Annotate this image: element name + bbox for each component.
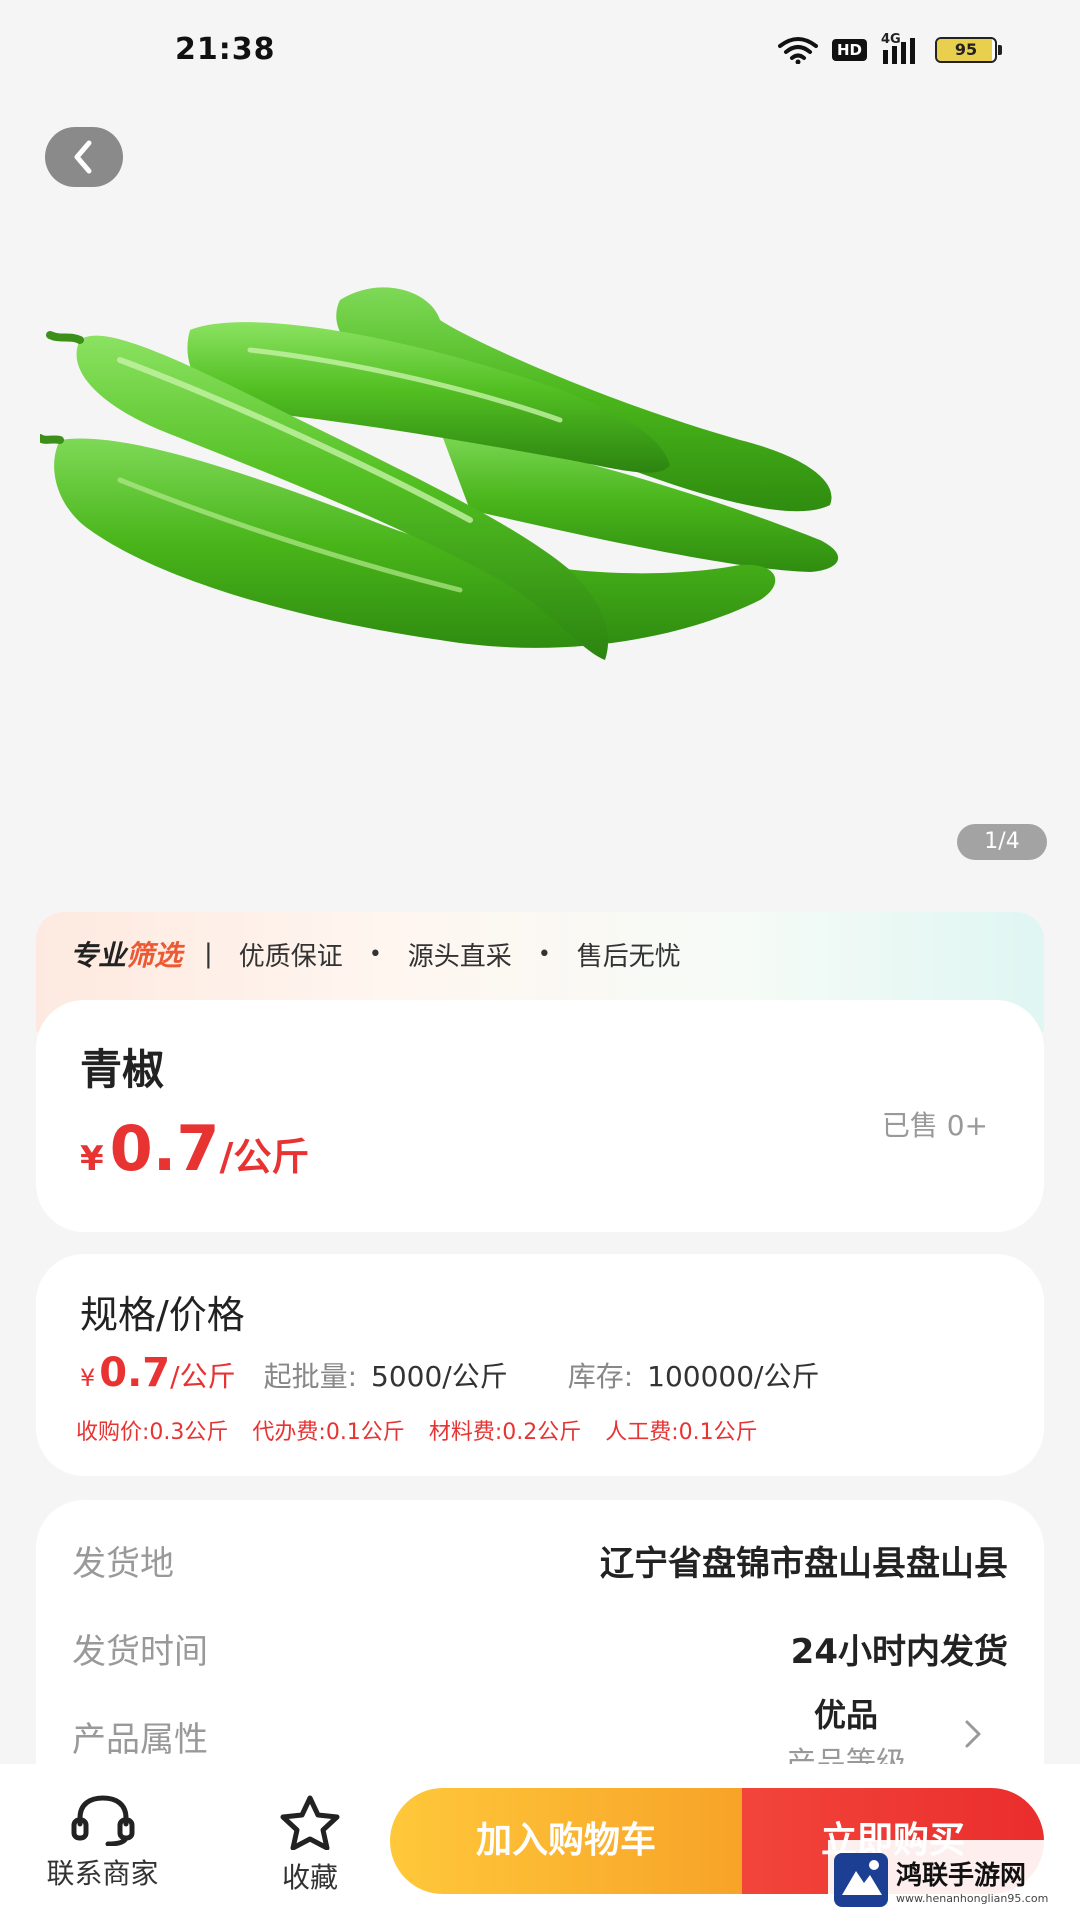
min-order-value: 5000/公斤 bbox=[371, 1360, 508, 1393]
promo-item-aftersale: 售后无忧 bbox=[576, 941, 681, 972]
battery-level: 95 bbox=[954, 40, 978, 59]
headset-icon bbox=[71, 1795, 134, 1846]
spec-unit: /公斤 bbox=[170, 1360, 236, 1393]
hd-badge: HD bbox=[831, 39, 867, 61]
product-price: ¥ 0.7 /公斤 bbox=[80, 1112, 309, 1185]
favorite-label: 收藏 bbox=[281, 1861, 338, 1894]
wifi-icon bbox=[777, 37, 818, 64]
fee-labor: 人工费:0.1公斤 bbox=[605, 1420, 758, 1445]
contact-label: 联系商家 bbox=[46, 1857, 159, 1890]
product-name: 青椒 bbox=[80, 1045, 165, 1094]
attr-grade: 优品 bbox=[813, 1696, 878, 1734]
promo-separator: | bbox=[204, 939, 213, 969]
spec-price: 0.7 bbox=[99, 1350, 171, 1396]
origin-label: 发货地 bbox=[72, 1544, 174, 1584]
spec-row: ¥ 0.7 /公斤 起批量: 5000/公斤 库存: 100000/公斤 bbox=[80, 1350, 819, 1396]
status-icons: HD 4G 95 bbox=[777, 32, 1002, 64]
stock-value: 100000/公斤 bbox=[647, 1360, 820, 1393]
product-summary-card: 青椒 ¥ 0.7 /公斤 已售 0+ bbox=[36, 1000, 1044, 1232]
fee-breakdown: 收购价:0.3公斤 代办费:0.1公斤 材料费:0.2公斤 人工费:0.1公斤 bbox=[76, 1414, 758, 1446]
ship-time-label: 发货时间 bbox=[72, 1632, 208, 1672]
chevron-left-icon bbox=[74, 140, 92, 174]
watermark-url: www.henanhonglian95.com bbox=[896, 1892, 1049, 1905]
image-counter: 1/4 bbox=[957, 824, 1047, 860]
product-image-gallery[interactable]: 1/4 bbox=[0, 100, 1080, 910]
promo-title: 专业 bbox=[70, 939, 127, 972]
attr-label: 产品属性 bbox=[72, 1720, 208, 1760]
price-unit: /公斤 bbox=[219, 1135, 310, 1179]
fee-agency: 代办费:0.1公斤 bbox=[252, 1420, 405, 1445]
site-watermark: 鸿联手游网 www.henanhonglian95.com bbox=[828, 1840, 1080, 1920]
status-bar: 21:38 HD 4G 95 bbox=[0, 0, 1080, 100]
back-button[interactable] bbox=[45, 127, 123, 187]
watermark-name: 鸿联手游网 bbox=[896, 1861, 1027, 1891]
product-image bbox=[40, 287, 839, 660]
fee-purchase: 收购价:0.3公斤 bbox=[76, 1420, 229, 1445]
promo-bullet: • bbox=[368, 941, 382, 967]
favorite-button[interactable]: 收藏 bbox=[255, 1794, 365, 1896]
chevron-right-icon[interactable] bbox=[962, 1716, 984, 1752]
ship-time-value: 24小时内发货 bbox=[790, 1632, 1008, 1672]
signal-icon: 4G bbox=[881, 32, 921, 64]
price-value: 0.7 bbox=[109, 1112, 220, 1185]
promo-bullet: • bbox=[537, 941, 551, 967]
add-to-cart-button[interactable]: 加入购物车 bbox=[390, 1788, 742, 1894]
logo-icon bbox=[834, 1853, 888, 1907]
stock-label: 库存: bbox=[567, 1360, 634, 1393]
status-time: 21:38 bbox=[175, 32, 276, 67]
origin-value: 辽宁省盘锦市盘山县盘山县 bbox=[600, 1544, 1008, 1584]
currency-symbol: ¥ bbox=[80, 1139, 104, 1179]
sold-count: 已售 0+ bbox=[881, 1109, 988, 1142]
spec-price-card[interactable]: 规格/价格 ¥ 0.7 /公斤 起批量: 5000/公斤 库存: 100000/… bbox=[36, 1254, 1044, 1476]
star-icon bbox=[280, 1795, 340, 1850]
min-order-label: 起批量: bbox=[263, 1360, 358, 1393]
promo-title-highlight: 筛选 bbox=[126, 939, 183, 972]
battery-indicator: 95 bbox=[935, 37, 1002, 63]
spec-title: 规格/价格 bbox=[80, 1293, 245, 1337]
promo-item-source: 源头直采 bbox=[407, 941, 512, 972]
fee-material: 材料费:0.2公斤 bbox=[428, 1420, 582, 1445]
promo-item-quality: 优质保证 bbox=[238, 941, 343, 972]
spec-currency: ¥ bbox=[80, 1364, 96, 1392]
contact-merchant-button[interactable]: 联系商家 bbox=[30, 1794, 175, 1892]
